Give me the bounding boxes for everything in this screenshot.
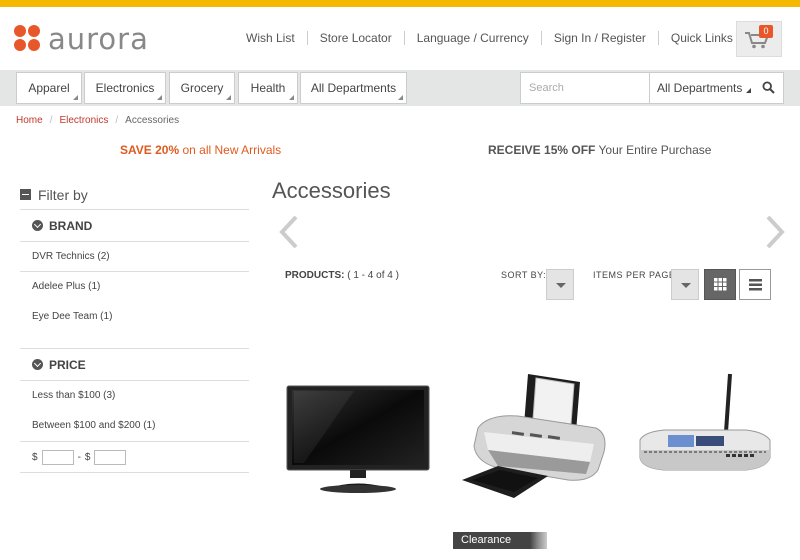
cart-button[interactable]: 0 — [736, 21, 782, 57]
breadcrumb: Home / Electronics / Accessories — [16, 115, 179, 126]
dept-label: Health — [250, 81, 286, 95]
currency-symbol: $ — [32, 451, 38, 463]
dept-label: Apparel — [28, 81, 70, 95]
logo[interactable]: aurora — [14, 22, 149, 56]
facet-divider — [20, 332, 249, 349]
utility-links: Wish List Store Locator Language / Curre… — [234, 31, 756, 45]
search-input[interactable] — [521, 73, 649, 103]
currency-symbol: $ — [84, 451, 91, 463]
facet-brand-header[interactable]: BRAND — [20, 210, 249, 242]
chevron-down-icon — [32, 359, 43, 370]
promo-text: on all New Arrivals — [179, 143, 282, 157]
dept-electronics[interactable]: Electronics — [84, 72, 166, 104]
products-label: PRODUCTS: — [285, 270, 345, 281]
facet-option-dvr-technics[interactable]: DVR Technics (2) — [20, 242, 249, 272]
search-icon[interactable] — [762, 81, 775, 94]
grid-icon — [714, 278, 727, 291]
breadcrumb-electronics[interactable]: Electronics — [59, 115, 108, 126]
top-accent-bar — [0, 0, 800, 7]
dropdown-corner-icon — [746, 88, 752, 93]
price-range-inputs: $ - $ — [20, 441, 249, 473]
breadcrumb-separator: / — [115, 115, 119, 126]
dropdown-corner-icon — [289, 95, 294, 100]
search-scope-label: All Departments — [657, 81, 743, 95]
department-nav: Apparel Electronics Grocery Health All D… — [0, 70, 800, 106]
wish-list-link[interactable]: Wish List — [234, 31, 308, 45]
facet-option-under-100[interactable]: Less than $100 (3) — [20, 381, 249, 411]
dept-all-departments[interactable]: All Departments — [300, 72, 407, 104]
dropdown-corner-icon — [226, 95, 231, 100]
dept-label: Electronics — [95, 81, 155, 95]
facet-option-adelee-plus[interactable]: Adelee Plus (1) — [20, 272, 249, 302]
promo-highlight: RECEIVE 15% OFF — [488, 143, 596, 157]
store-locator-link[interactable]: Store Locator — [308, 31, 405, 45]
breadcrumb-current: Accessories — [125, 115, 180, 126]
logo-icon — [14, 25, 42, 53]
list-icon — [749, 279, 762, 291]
facet-price-header[interactable]: PRICE — [20, 349, 249, 381]
dept-label: All Departments — [310, 81, 397, 95]
filter-title: Filter by — [38, 186, 88, 203]
facet-label: BRAND — [49, 218, 93, 233]
carousel-prev-arrow-icon[interactable] — [278, 215, 300, 249]
cart-count-badge: 0 — [759, 25, 773, 38]
filter-header: Filter by — [20, 180, 249, 210]
carousel-next-arrow-icon[interactable] — [764, 215, 786, 249]
sort-by-dropdown[interactable] — [546, 269, 574, 300]
range-dash: - — [77, 451, 81, 463]
items-per-page-label: ITEMS PER PAGE: — [593, 270, 679, 280]
products-count: PRODUCTS: ( 1 - 4 of 4 ) — [285, 270, 399, 281]
price-min-field[interactable] — [41, 449, 74, 465]
site-header: aurora Wish List Store Locator Language … — [0, 7, 800, 70]
search-scope-select[interactable]: All Departments — [657, 73, 752, 103]
items-per-page-dropdown[interactable] — [671, 269, 699, 300]
language-currency-link[interactable]: Language / Currency — [405, 31, 542, 45]
promo-highlight: SAVE 20% — [120, 143, 180, 157]
sign-in-register-link[interactable]: Sign In / Register — [542, 31, 659, 45]
breadcrumb-home[interactable]: Home — [16, 115, 43, 126]
dept-grocery[interactable]: Grocery — [169, 72, 235, 104]
tv-image[interactable] — [284, 385, 432, 495]
dept-label: Grocery — [180, 81, 224, 95]
products-range: ( 1 - 4 of 4 ) — [347, 270, 399, 281]
list-view-button[interactable] — [739, 269, 771, 300]
chevron-down-icon — [32, 220, 43, 231]
dropdown-corner-icon — [73, 95, 78, 100]
search-box: All Departments — [520, 72, 784, 104]
promo-text: Your Entire Purchase — [595, 143, 712, 157]
caret-down-icon — [681, 283, 691, 288]
price-max-field[interactable] — [94, 449, 127, 465]
clearance-badge[interactable]: Clearance — [453, 532, 547, 549]
caret-down-icon — [556, 283, 566, 288]
logo-text: aurora — [48, 22, 149, 56]
filter-sidebar: Filter by BRAND DVR Technics (2) Adelee … — [20, 180, 249, 473]
router-image[interactable] — [634, 372, 776, 494]
printer-image[interactable] — [458, 370, 608, 502]
dept-apparel[interactable]: Apparel — [16, 72, 82, 104]
facet-option-100-to-200[interactable]: Between $100 and $200 (1) — [20, 411, 249, 441]
facet-label: PRICE — [49, 357, 86, 372]
quick-links-label: Quick Links — [670, 31, 733, 45]
promo-new-arrivals[interactable]: SAVE 20% on all New Arrivals — [120, 143, 281, 157]
dropdown-corner-icon — [398, 95, 403, 100]
page-title: Accessories — [272, 178, 391, 203]
dropdown-corner-icon — [157, 95, 162, 100]
promo-entire-purchase[interactable]: RECEIVE 15% OFF Your Entire Purchase — [488, 143, 711, 157]
search-divider — [649, 73, 650, 103]
facet-option-eye-dee-team[interactable]: Eye Dee Team (1) — [20, 302, 249, 332]
collapse-icon[interactable] — [20, 189, 31, 200]
breadcrumb-separator: / — [49, 115, 53, 126]
dept-health[interactable]: Health — [238, 72, 298, 104]
grid-view-button[interactable] — [704, 269, 736, 300]
sort-by-label: SORT BY: — [501, 270, 547, 280]
